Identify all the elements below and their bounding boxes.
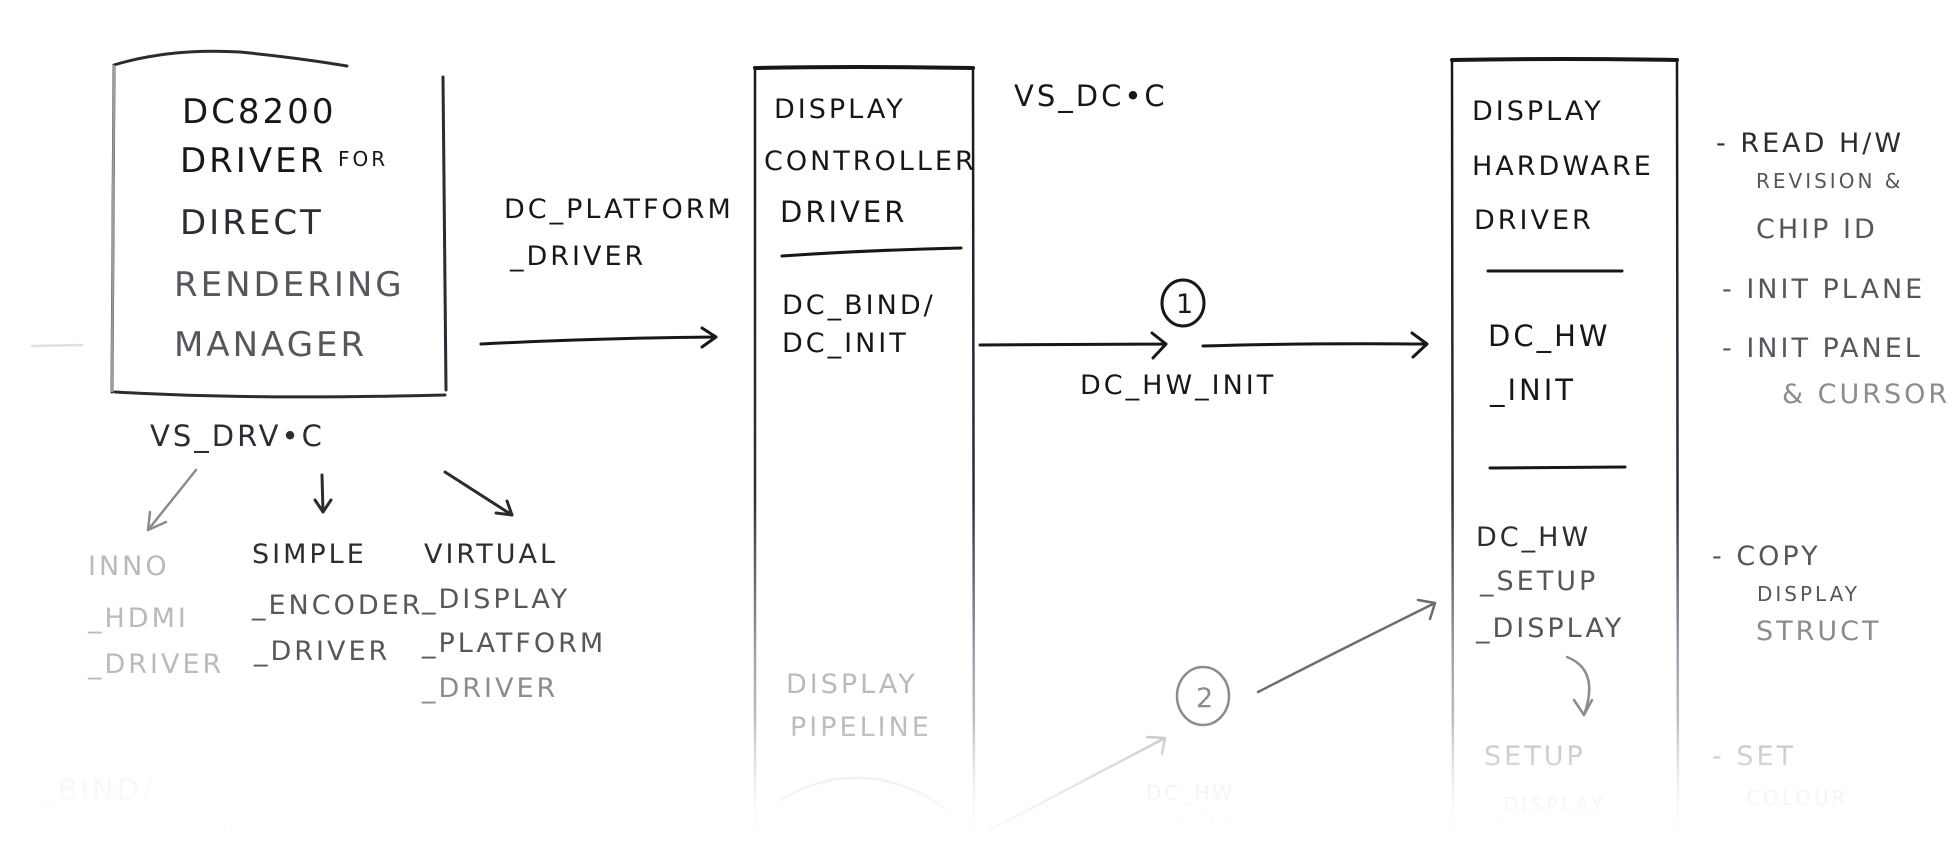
note-set-colour-line-1: - SET bbox=[1712, 741, 1796, 772]
step-2-incoming-arrow bbox=[988, 735, 1167, 832]
sub-driver-simple-line-2: _DRIVER bbox=[253, 636, 390, 667]
sub-driver-simple-line-1: _ENCODER bbox=[251, 590, 423, 621]
dc-section-line-1: DC_BIND/ bbox=[782, 290, 936, 321]
platform-driver-label-2: _DRIVER bbox=[509, 241, 646, 272]
platform-driver-label-1: DC_PLATFORM bbox=[504, 194, 734, 225]
step-2-number: 2 bbox=[1196, 683, 1213, 714]
left-stub-line bbox=[30, 343, 84, 348]
step-2-arrow: 2 DC_HW _SETUP bbox=[988, 598, 1437, 833]
display-controller-driver-box: DISPLAY CONTROLLER DRIVER DC_BIND/ DC_IN… bbox=[753, 65, 977, 851]
step-2-outgoing-arrow bbox=[1256, 598, 1437, 694]
hw-lower-line-1: SETUP bbox=[1484, 741, 1586, 772]
arrow-to-inno bbox=[146, 468, 198, 532]
hw-box-top bbox=[1450, 57, 1679, 62]
sub-driver-virtual-line-2: _PLATFORM bbox=[421, 628, 606, 659]
dc-title-line-3: DRIVER bbox=[780, 195, 907, 229]
sub-driver-simple: SIMPLE _ENCODER _DRIVER bbox=[251, 539, 423, 667]
hw-lower-line-2: _DISPLAY bbox=[1489, 793, 1606, 817]
step-1-arrow-seg-a bbox=[978, 331, 1168, 360]
note-copy-line-2: DISPLAY bbox=[1757, 582, 1860, 606]
hw-title-line-2: HARDWARE bbox=[1472, 151, 1654, 182]
dc-box-top bbox=[753, 65, 975, 70]
note-init-panel-line-2: & CURSOR bbox=[1782, 379, 1950, 410]
drm-file-label: VS_DRV•C bbox=[150, 419, 325, 453]
note-copy-line-3: STRUCT bbox=[1756, 616, 1882, 647]
note-init-plane: - INIT PLANE bbox=[1722, 274, 1925, 305]
architecture-diagram: DC8200 DRIVER FOR DIRECT RENDERING MANAG… bbox=[30, 49, 1950, 851]
sub-driver-simple-title: SIMPLE bbox=[252, 539, 367, 570]
faint-bind-line-2: INIT bbox=[210, 819, 261, 843]
drm-box-line-5: MANAGER bbox=[174, 325, 367, 365]
step-1-arrow-seg-b bbox=[1201, 331, 1429, 359]
drm-box-line-2b: FOR bbox=[338, 147, 388, 171]
step-1-label: DC_HW_INIT bbox=[1080, 370, 1276, 401]
note-read-hw-line-2: REVISION & bbox=[1756, 169, 1903, 193]
hw-setup-line-3: _DISPLAY bbox=[1475, 613, 1624, 644]
faint-bind-line-1: _BIND/ bbox=[39, 773, 155, 807]
drm-box-line-3: DIRECT bbox=[180, 203, 324, 243]
sub-driver-inno-title: INNO bbox=[88, 551, 170, 582]
display-hardware-driver-box: DISPLAY HARDWARE DRIVER DC_HW _INIT DC_H… bbox=[1450, 57, 1680, 851]
hw-init-line-2: _INIT bbox=[1489, 373, 1576, 407]
drm-driver-box: DC8200 DRIVER FOR DIRECT RENDERING MANAG… bbox=[110, 49, 448, 399]
note-read-hw-line-3: CHIP ID bbox=[1756, 214, 1878, 245]
dc-faint-arc bbox=[778, 776, 950, 814]
hw-setup-notes: - COPY DISPLAY STRUCT - SET COLOUR bbox=[1712, 541, 1882, 810]
step-2-label-2: _SETUP bbox=[1149, 809, 1242, 833]
hw-init-line-1: DC_HW bbox=[1488, 319, 1611, 353]
sub-driver-inno-line-1: _HDMI bbox=[87, 603, 189, 634]
hw-title-line-1: DISPLAY bbox=[1472, 96, 1604, 127]
note-init-panel-line-1: - INIT PANEL bbox=[1722, 333, 1923, 364]
dc-title-line-1: DISPLAY bbox=[774, 94, 906, 125]
hw-setup-line-1: DC_HW bbox=[1476, 522, 1591, 553]
sub-driver-inno-line-2: _DRIVER bbox=[87, 649, 224, 680]
sub-driver-virtual-line-3: _DRIVER bbox=[421, 673, 558, 704]
drm-box-line-2: DRIVER bbox=[180, 141, 326, 181]
dc-title-line-2: CONTROLLER bbox=[764, 146, 977, 177]
dc-lower-line-1: DISPLAY bbox=[786, 669, 918, 700]
platform-driver-arrow-line bbox=[479, 326, 718, 349]
step-1-arrow: 1 DC_HW_INIT bbox=[978, 278, 1429, 401]
hw-box-right bbox=[1675, 59, 1680, 851]
note-set-colour-line-2: COLOUR bbox=[1746, 786, 1848, 810]
drm-box-line-4: RENDERING bbox=[174, 265, 405, 305]
note-read-hw-line-1: - READ H/W bbox=[1716, 128, 1904, 159]
dc-file-label: VS_DC•C bbox=[1014, 79, 1168, 113]
hw-init-notes: - READ H/W REVISION & CHIP ID - INIT PLA… bbox=[1716, 128, 1950, 410]
drm-box-line-1: DC8200 bbox=[182, 92, 336, 132]
hw-setup-line-2: _SETUP bbox=[1479, 566, 1598, 597]
sub-driver-virtual: VIRTUAL _DISPLAY _PLATFORM _DRIVER bbox=[421, 539, 606, 704]
arrow-to-simple bbox=[313, 473, 333, 514]
sub-driver-inno: INNO _HDMI _DRIVER bbox=[87, 551, 224, 680]
platform-driver-arrow: DC_PLATFORM _DRIVER bbox=[479, 194, 734, 349]
dc-section-line-2: DC_INIT bbox=[782, 328, 909, 359]
step-2-label-1: DC_HW bbox=[1146, 781, 1235, 805]
hw-title-line-3: DRIVER bbox=[1474, 205, 1594, 236]
dc-divider bbox=[780, 246, 963, 258]
sub-driver-virtual-title: VIRTUAL bbox=[424, 539, 558, 570]
dc-box-right bbox=[971, 67, 976, 851]
sub-driver-virtual-line-1: _DISPLAY bbox=[421, 584, 570, 615]
sub-driver-arrows bbox=[146, 468, 514, 532]
hw-box-left bbox=[1450, 59, 1455, 851]
hw-divider-2 bbox=[1488, 465, 1627, 470]
step-1-number: 1 bbox=[1176, 289, 1193, 320]
note-copy-line-1: - COPY bbox=[1712, 541, 1821, 572]
dc-lower-line-2: PIPELINE bbox=[790, 712, 932, 743]
hw-setup-down-arrow bbox=[1565, 655, 1594, 717]
arrow-to-virtual bbox=[443, 470, 514, 517]
